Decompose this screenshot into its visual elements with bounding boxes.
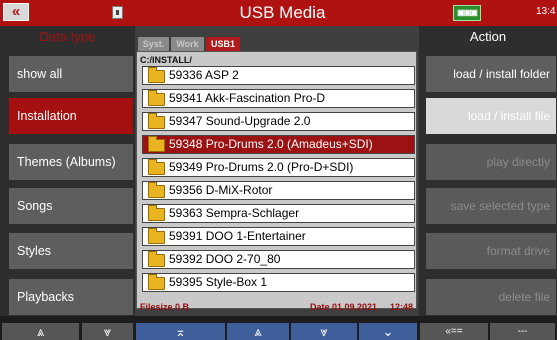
network-icon: ▣▣▣ bbox=[453, 5, 481, 21]
file-row[interactable]: 59395 Style-Box 1 bbox=[142, 273, 415, 292]
filesize-label: Filesize 0 B bbox=[140, 302, 190, 312]
file-row-label: 59395 Style-Box 1 bbox=[169, 275, 268, 289]
data-type-heading: Data type bbox=[39, 29, 96, 44]
current-path: C:/INSTALL/ bbox=[140, 55, 192, 65]
file-row-label: 59349 Pro-Drums 2.0 (Pro-D+SDI) bbox=[169, 160, 354, 174]
folder-icon bbox=[148, 90, 165, 106]
folder-icon bbox=[148, 159, 165, 175]
scroll-down-button[interactable]: ⌄ bbox=[359, 323, 417, 340]
file-row-label: 59341 Akk-Fascination Pro-D bbox=[169, 91, 326, 105]
tab-usb1[interactable]: USB1 bbox=[206, 37, 240, 51]
window-title: USB Media bbox=[239, 3, 326, 22]
tab-work[interactable]: Work bbox=[171, 37, 204, 51]
back-button[interactable]: « bbox=[3, 3, 29, 21]
data-type-songs[interactable]: Songs bbox=[9, 188, 133, 224]
page-up-button[interactable]: ⩓ bbox=[227, 323, 289, 340]
action-heading: Action bbox=[469, 29, 507, 44]
file-row-label: 59392 DOO 2-70_80 bbox=[169, 252, 281, 266]
delete-file-button[interactable]: delete file bbox=[426, 279, 556, 315]
folder-icon bbox=[148, 182, 165, 198]
data-type-themes[interactable]: Themes (Albums) bbox=[9, 144, 133, 180]
file-row-label: 59391 DOO 1-Entertainer bbox=[169, 229, 306, 243]
file-row[interactable]: 59336 ASP 2 bbox=[142, 66, 415, 85]
file-row[interactable]: 59349 Pro-Drums 2.0 (Pro-D+SDI) bbox=[142, 158, 415, 177]
go-to-top-button[interactable]: ⌅ bbox=[136, 323, 225, 340]
data-type-installation[interactable]: Installation bbox=[9, 98, 133, 134]
folder-icon bbox=[148, 67, 165, 83]
folder-icon bbox=[148, 228, 165, 244]
folder-icon bbox=[148, 251, 165, 267]
folder-icon bbox=[148, 205, 165, 221]
folder-icon bbox=[148, 274, 165, 290]
folder-icon bbox=[148, 136, 165, 152]
file-row-label: 59348 Pro-Drums 2.0 (Amadeus+SDI) bbox=[169, 137, 373, 151]
back-arrow-button[interactable]: «== bbox=[420, 323, 488, 340]
format-drive-button[interactable]: format drive bbox=[426, 233, 556, 269]
page-down-button[interactable]: ⩔ bbox=[291, 323, 357, 340]
file-row[interactable]: 59347 Sound-Upgrade 2.0 bbox=[142, 112, 415, 131]
file-row[interactable]: 59363 Sempra-Schlager bbox=[142, 204, 415, 223]
file-row-label: 59356 D-MiX-Rotor bbox=[169, 183, 273, 197]
empty-nav-button[interactable]: --- bbox=[490, 323, 555, 340]
date-label: Date 01.09.2021 bbox=[310, 302, 378, 312]
file-row[interactable]: 59391 DOO 1-Entertainer bbox=[142, 227, 415, 246]
load-install-file-button[interactable]: load / install file bbox=[426, 98, 556, 134]
page-up-left-button[interactable]: ⩓ bbox=[2, 323, 79, 340]
file-row-selected[interactable]: 59348 Pro-Drums 2.0 (Amadeus+SDI) bbox=[142, 135, 415, 154]
file-row-label: 59336 ASP 2 bbox=[169, 68, 239, 82]
usb-drive-icon bbox=[112, 6, 123, 19]
file-row[interactable]: 59341 Akk-Fascination Pro-D bbox=[142, 89, 415, 108]
play-directly-button[interactable]: play directly bbox=[426, 144, 556, 180]
data-type-styles[interactable]: Styles bbox=[9, 233, 133, 269]
folder-icon bbox=[148, 113, 165, 129]
load-install-folder-button[interactable]: load / install folder bbox=[426, 56, 556, 92]
data-type-playbacks[interactable]: Playbacks bbox=[9, 279, 133, 315]
tab-syst[interactable]: Syst. bbox=[138, 37, 169, 51]
file-row-label: 59347 Sound-Upgrade 2.0 bbox=[169, 114, 311, 128]
time-label: 12:48 bbox=[390, 302, 414, 312]
file-row-label: 59363 Sempra-Schlager bbox=[169, 206, 300, 220]
data-type-show-all[interactable]: show all bbox=[9, 56, 133, 92]
save-selected-type-button[interactable]: save selected type bbox=[426, 188, 556, 224]
page-down-left-button[interactable]: ⩔ bbox=[82, 323, 133, 340]
file-row[interactable]: 59356 D-MiX-Rotor bbox=[142, 181, 415, 200]
file-row[interactable]: 59392 DOO 2-70_80 bbox=[142, 250, 415, 269]
clock: 13:4 bbox=[536, 6, 556, 17]
